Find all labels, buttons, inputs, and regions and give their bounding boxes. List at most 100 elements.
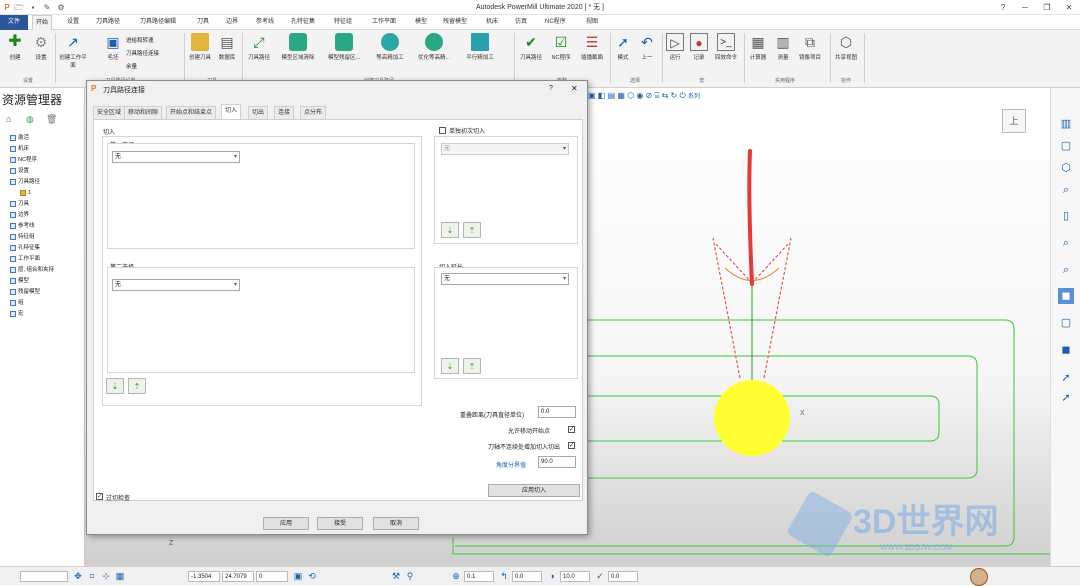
view-3d-icon[interactable]: ⬡ bbox=[1058, 160, 1074, 176]
view-cube[interactable]: 上 bbox=[1002, 109, 1026, 133]
first-lead-in-select[interactable]: 无 ▾ bbox=[441, 143, 569, 155]
allow-move-start-checkbox[interactable]: ✓ bbox=[568, 426, 575, 433]
toolpath-connect-button[interactable]: 刀具路径连接 bbox=[126, 49, 159, 57]
view-shade-icon[interactable]: ◧ bbox=[598, 91, 606, 100]
tab-move-gaps[interactable]: 移动和间隙 bbox=[124, 106, 163, 119]
tree-item-models[interactable]: 模型 bbox=[4, 277, 29, 285]
view-no-icon[interactable]: ⊘ bbox=[646, 91, 653, 100]
tab-links[interactable]: 连接 bbox=[274, 106, 295, 119]
lead-in-extension-select[interactable]: 无 ▾ bbox=[441, 273, 569, 285]
explorer-globe-icon[interactable]: ◍ bbox=[26, 114, 34, 125]
tree-item-macros[interactable]: 宏 bbox=[4, 310, 24, 318]
overlap-distance-input[interactable]: 0.0 bbox=[538, 406, 576, 418]
toolpath-verify-button[interactable]: ✔ 刀具路径 bbox=[517, 33, 545, 61]
tab-tool[interactable]: 刀具 bbox=[194, 15, 212, 30]
tab-pattern[interactable]: 参考线 bbox=[253, 15, 277, 30]
tab-machine[interactable]: 机床 bbox=[483, 15, 501, 30]
tab-file[interactable]: 文件 bbox=[0, 15, 28, 30]
measure-button[interactable]: ▥ 测量 bbox=[772, 33, 794, 61]
ext-copy-up-button[interactable]: ⇡ bbox=[463, 358, 481, 374]
view-grid-icon[interactable]: ▦ bbox=[617, 91, 625, 100]
axis-icon[interactable]: ⊹ bbox=[100, 570, 112, 582]
tab-toolpath-edit[interactable]: 刀具路径编辑 bbox=[137, 15, 179, 30]
tab-simulation[interactable]: 仿真 bbox=[512, 15, 530, 30]
dialog-close-button[interactable]: ✕ bbox=[571, 84, 578, 93]
view-cube-icon[interactable]: ⬡ bbox=[627, 91, 634, 100]
tree-item-feature-groups[interactable]: 特征组 bbox=[4, 233, 35, 241]
tab-lead-in[interactable]: 切入 bbox=[221, 104, 242, 119]
tab-feature-group[interactable]: 特征组 bbox=[331, 15, 355, 30]
pointer-icon[interactable]: ➚ bbox=[1058, 390, 1074, 406]
tree-item-toolpaths[interactable]: 刀具路径 bbox=[4, 178, 40, 186]
raster-finish-button[interactable]: 平行精加工 bbox=[460, 33, 500, 61]
tab-view[interactable]: 视图 bbox=[583, 15, 601, 30]
first-lead-in-checkbox[interactable] bbox=[439, 127, 446, 134]
thickness-icon[interactable]: ↰ bbox=[498, 570, 510, 582]
view-refresh-icon[interactable]: ↻ bbox=[671, 91, 678, 100]
tree-item-nc-programs[interactable]: NC程序 bbox=[4, 156, 37, 164]
tool-axis-icon[interactable]: ⚲ bbox=[404, 570, 416, 582]
tab-safe-area[interactable]: 安全区域 bbox=[93, 106, 126, 119]
tab-setup[interactable]: 设置 bbox=[64, 15, 82, 30]
discontinuity-checkbox[interactable]: ✓ bbox=[568, 442, 575, 449]
copy-down-button[interactable]: ⇣ bbox=[106, 378, 124, 394]
tree-item-patterns[interactable]: 参考线 bbox=[4, 222, 35, 230]
tree-item-workplanes[interactable]: 工作平面 bbox=[4, 255, 40, 263]
first-choice-select[interactable]: 无 ▾ bbox=[112, 151, 240, 163]
workplane-icon[interactable]: ▦ bbox=[114, 570, 126, 582]
tab-stock-model[interactable]: 残留模型 bbox=[440, 15, 470, 30]
run-macro-button[interactable]: ▷ 运行 bbox=[664, 33, 686, 61]
zoom-box-icon[interactable]: ⌕ bbox=[1058, 235, 1074, 251]
database-button[interactable]: ▤ 数据库 bbox=[216, 33, 238, 61]
select-mode-button[interactable]: ➚ 模式 bbox=[612, 33, 634, 61]
tab-workplane[interactable]: 工作平面 bbox=[369, 15, 399, 30]
copy-up-button[interactable]: ⇡ bbox=[128, 378, 146, 394]
stepover-icon[interactable]: ◑ bbox=[546, 570, 558, 582]
measure-icon[interactable]: ⟲ bbox=[306, 570, 318, 582]
second-choice-select[interactable]: 无 ▾ bbox=[112, 279, 240, 291]
view-swap-icon[interactable]: ⇆ bbox=[662, 91, 669, 100]
view-box-icon[interactable]: ▢ bbox=[1058, 138, 1074, 154]
tab-boundary[interactable]: 边界 bbox=[223, 15, 241, 30]
snap-icon[interactable]: ✥ bbox=[72, 570, 84, 582]
record-macro-button[interactable]: ● 记录 bbox=[688, 33, 710, 61]
restore-button[interactable]: ❐ bbox=[1036, 0, 1058, 15]
ext-copy-down-button[interactable]: ⇣ bbox=[441, 358, 459, 374]
view-power-icon[interactable]: ⏻ bbox=[679, 91, 685, 100]
accept-button[interactable]: 接受 bbox=[317, 517, 363, 530]
apply-button[interactable]: 应用 bbox=[263, 517, 309, 530]
create-workplane-button[interactable]: ↗ 创建工作平面 bbox=[58, 33, 88, 69]
workplane-select[interactable] bbox=[20, 571, 68, 582]
view-target-icon[interactable]: ◉ bbox=[636, 91, 643, 100]
view-book-icon[interactable]: ▤ bbox=[608, 91, 616, 100]
explorer-home-icon[interactable]: ⌂ bbox=[6, 114, 11, 124]
view-ruler-icon[interactable]: ⌸ bbox=[655, 91, 660, 100]
cancel-button[interactable]: 取消 bbox=[373, 517, 419, 530]
thickness-input[interactable]: 0.0 bbox=[512, 571, 542, 582]
stepdown-icon[interactable]: ✓ bbox=[594, 570, 606, 582]
apply-lead-in-button[interactable]: 应用切入 bbox=[488, 484, 580, 497]
area-clearance-button[interactable]: 模型区域清除 bbox=[278, 33, 318, 61]
wireframe-view-icon[interactable]: ▢ bbox=[1058, 315, 1074, 331]
explorer-delete-icon[interactable]: 🗑 bbox=[46, 114, 57, 125]
tree-item-toolpath-1[interactable]: 1 bbox=[14, 189, 31, 197]
zoom-icon[interactable]: ⌕ bbox=[1058, 182, 1074, 198]
tab-home[interactable]: 开始 bbox=[32, 15, 53, 30]
mirror-button[interactable]: ⧉ 镜像项目 bbox=[796, 33, 824, 61]
tab-start-end-points[interactable]: 开始点和结束点 bbox=[166, 106, 217, 119]
page-icon[interactable]: ▯ bbox=[1058, 208, 1074, 224]
thickness-button[interactable]: 余量 bbox=[126, 62, 137, 70]
solid-view-icon[interactable]: ◼ bbox=[1058, 342, 1074, 358]
tree-item-hole-features[interactable]: 孔特征集 bbox=[4, 244, 40, 252]
help-icon[interactable]: ? bbox=[992, 0, 1014, 15]
tree-item-active[interactable]: 激活 bbox=[4, 134, 29, 142]
tab-lead-out[interactable]: 切出 bbox=[248, 106, 269, 119]
calculator-button[interactable]: ▦ 计算器 bbox=[746, 33, 770, 61]
tree-item-stock-models[interactable]: 残留模型 bbox=[4, 288, 40, 296]
echo-commands-button[interactable]: >_ 回放命令 bbox=[712, 33, 740, 61]
feeds-speeds-button[interactable]: 进给和转速 bbox=[126, 36, 154, 44]
toolpath-strategy-button[interactable]: ⤢ 刀具路径 bbox=[244, 33, 274, 61]
view-iso-icon[interactable]: ▥ bbox=[1058, 116, 1074, 132]
unit-icon[interactable]: ▣ bbox=[292, 570, 304, 582]
tab-toolpath[interactable]: 刀具路径 bbox=[93, 15, 123, 30]
